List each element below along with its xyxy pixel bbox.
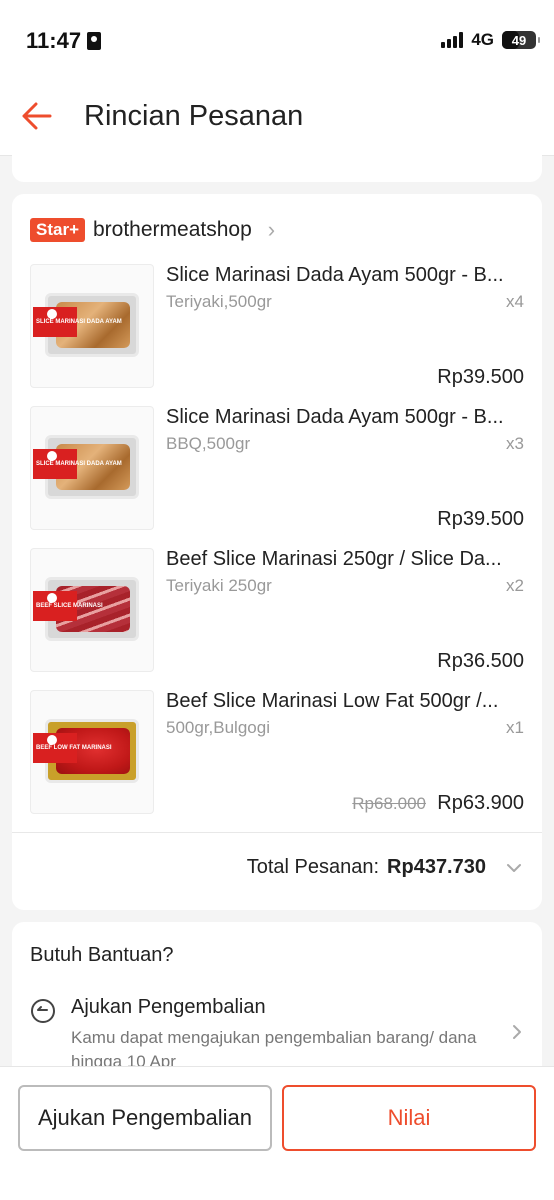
product-item[interactable]: BEEF SLICE MARINASI Beef Slice Marinasi …	[30, 548, 524, 674]
product-label: BEEF SLICE MARINASI	[33, 591, 103, 621]
product-image[interactable]: SLICE MARINASI DADA AYAM	[30, 264, 154, 388]
product-name[interactable]: Beef Slice Marinasi Low Fat 500gr /...	[166, 690, 524, 713]
product-label: BEEF LOW FAT MARINASI	[33, 733, 112, 763]
product-item[interactable]: SLICE MARINASI DADA AYAM Slice Marinasi …	[30, 264, 524, 390]
shop-header[interactable]: Star+ brothermeatshop ›	[30, 216, 275, 244]
request-return-button[interactable]: Ajukan Pengembalian	[18, 1085, 272, 1151]
product-item[interactable]: SLICE MARINASI DADA AYAM Slice Marinasi …	[30, 406, 524, 532]
chevron-right-icon[interactable]: ›	[268, 217, 275, 243]
product-quantity: x3	[506, 434, 524, 453]
product-variant: Teriyaki,500gr	[166, 292, 272, 311]
product-quantity: x1	[506, 718, 524, 737]
page-title: Rincian Pesanan	[84, 100, 304, 132]
product-price: Rp39.500	[437, 366, 524, 388]
previous-section-card	[12, 150, 542, 182]
help-title: Butuh Bantuan?	[30, 944, 174, 966]
product-quantity: x4	[506, 292, 524, 311]
system-indicators: 4G 49	[441, 30, 540, 50]
product-price: Rp39.500	[437, 508, 524, 530]
back-arrow-icon[interactable]	[18, 96, 58, 136]
signal-icon	[441, 32, 464, 48]
chevron-down-icon[interactable]	[504, 858, 524, 878]
return-request-title[interactable]: Ajukan Pengembalian	[71, 996, 266, 1019]
product-variant: BBQ,500gr	[166, 434, 251, 453]
network-type: 4G	[471, 30, 494, 49]
product-name[interactable]: Beef Slice Marinasi 250gr / Slice Da...	[166, 548, 524, 571]
clock-text: 11:47	[26, 28, 82, 53]
product-variant: Teriyaki 250gr	[166, 576, 272, 595]
chevron-right-icon[interactable]	[510, 1022, 524, 1042]
return-icon	[31, 999, 55, 1023]
product-label: SLICE MARINASI DADA AYAM	[33, 307, 122, 337]
product-image[interactable]: BEEF LOW FAT MARINASI	[30, 690, 154, 814]
product-variant: 500gr,Bulgogi	[166, 718, 270, 737]
divider	[12, 832, 542, 833]
total-label: Total Pesanan:	[246, 856, 380, 878]
status-bar: 11:47 4G 49	[0, 0, 554, 80]
shop-name[interactable]: brothermeatshop	[93, 218, 252, 242]
total-value: Rp437.730	[387, 856, 486, 878]
help-card: Butuh Bantuan? Ajukan Pengembalian Kamu …	[12, 922, 542, 1082]
product-image[interactable]: SLICE MARINASI DADA AYAM	[30, 406, 154, 530]
app-header: Rincian Pesanan	[0, 80, 554, 156]
battery-percent: 49	[511, 32, 527, 48]
bottom-action-bar: Ajukan Pengembalian Nilai	[0, 1066, 554, 1200]
star-plus-badge: Star+	[30, 218, 85, 242]
contact-card-icon	[87, 32, 102, 50]
product-name[interactable]: Slice Marinasi Dada Ayam 500gr - B...	[166, 406, 524, 429]
product-name[interactable]: Slice Marinasi Dada Ayam 500gr - B...	[166, 264, 524, 287]
rate-button[interactable]: Nilai	[282, 1085, 536, 1151]
battery-icon: 49	[502, 31, 540, 49]
clock: 11:47	[26, 28, 102, 54]
product-label: SLICE MARINASI DADA AYAM	[33, 449, 122, 479]
product-item[interactable]: BEEF LOW FAT MARINASI Beef Slice Marinas…	[30, 690, 524, 816]
product-quantity: x2	[506, 576, 524, 595]
product-price: Rp36.500	[437, 650, 524, 672]
product-original-price: Rp68.000	[352, 794, 426, 813]
product-price: Rp63.900	[437, 792, 524, 814]
product-image[interactable]: BEEF SLICE MARINASI	[30, 548, 154, 672]
order-items-card: Star+ brothermeatshop › SLICE MARINASI D…	[12, 194, 542, 910]
order-total-row[interactable]: Total Pesanan: Rp437.730	[247, 856, 524, 879]
